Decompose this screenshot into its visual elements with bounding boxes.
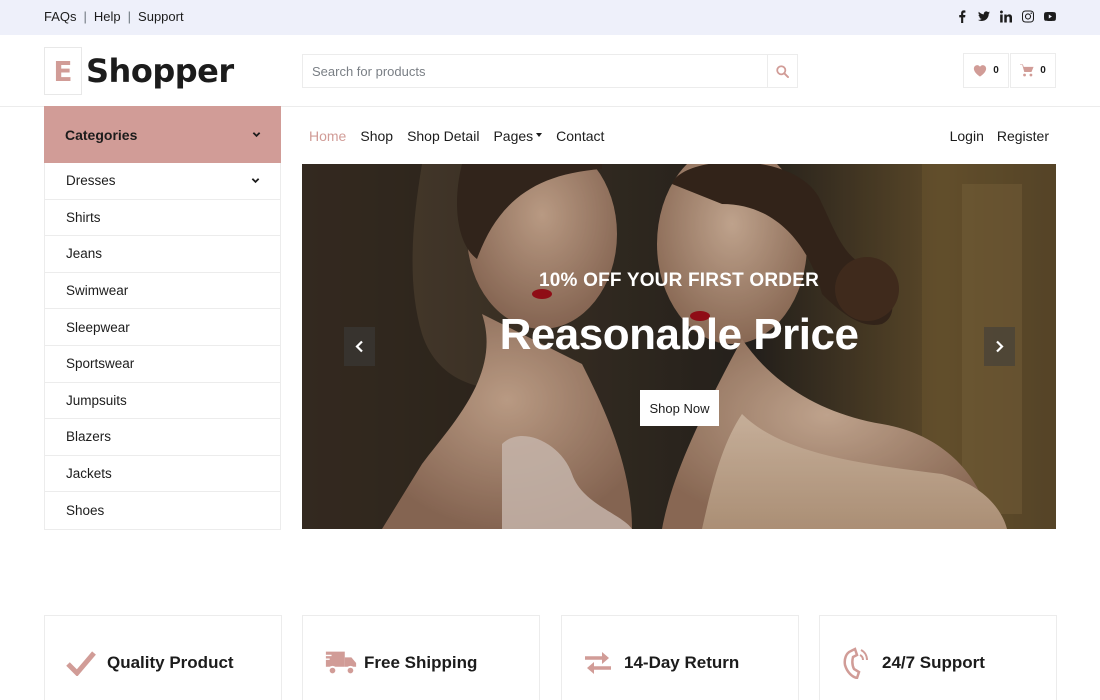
hero-subtitle: 10% OFF YOUR FIRST ORDER (539, 270, 819, 291)
auth-links: Login Register (950, 128, 1049, 144)
support-link[interactable]: Support (138, 9, 184, 24)
category-item-jackets[interactable]: Jackets (45, 456, 280, 493)
nav-contact[interactable]: Contact (556, 128, 604, 144)
separator: | (83, 9, 87, 24)
search-button[interactable] (767, 55, 797, 87)
login-link[interactable]: Login (950, 128, 984, 144)
nav-pages-label: Pages (493, 128, 534, 144)
register-link[interactable]: Register (997, 128, 1049, 144)
check-icon (64, 646, 98, 680)
feature-24-7-support: 24/7 Support (819, 615, 1057, 700)
chevron-right-icon (996, 340, 1004, 353)
instagram-icon[interactable] (1022, 9, 1034, 23)
caret-down-icon (536, 133, 543, 138)
chevron-left-icon (355, 340, 363, 353)
carousel-prev-button[interactable] (344, 327, 375, 366)
top-bar: FAQs | Help | Support (0, 0, 1100, 35)
category-item-jumpsuits[interactable]: Jumpsuits (45, 383, 280, 420)
category-item-shirts[interactable]: Shirts (45, 200, 280, 237)
categories-toggle[interactable]: Categories (44, 106, 281, 163)
category-item-sleepwear[interactable]: Sleepwear (45, 309, 280, 346)
category-item-dresses[interactable]: Dresses (45, 163, 280, 200)
shop-now-button[interactable]: Shop Now (640, 390, 719, 426)
nav-home[interactable]: Home (309, 128, 346, 144)
categories-list: Dresses Shirts Jeans Swimwear Sleepwear … (44, 163, 281, 530)
categories-title: Categories (65, 126, 138, 143)
cart-count: 0 (1040, 65, 1046, 76)
category-label: Sportswear (66, 356, 135, 372)
linkedin-icon[interactable] (1000, 9, 1012, 23)
category-item-blazers[interactable]: Blazers (45, 419, 280, 456)
twitter-icon[interactable] (978, 9, 990, 23)
wishlist-button[interactable]: 0 (963, 53, 1009, 88)
category-label: Shoes (66, 503, 105, 519)
site-logo[interactable]: E Shopper (44, 47, 234, 95)
facebook-icon[interactable] (956, 9, 968, 23)
nav-pages[interactable]: Pages (493, 128, 543, 144)
faqs-link[interactable]: FAQs (44, 9, 77, 24)
category-label: Jackets (66, 466, 112, 482)
wishlist-count: 0 (993, 65, 999, 76)
top-links: FAQs | Help | Support (44, 9, 184, 24)
logo-letter: E (44, 47, 82, 95)
category-label: Dresses (66, 173, 116, 189)
cart-icon (1020, 64, 1034, 77)
logo-text: Shopper (86, 52, 234, 90)
feature-label: 24/7 Support (882, 653, 985, 672)
feature-free-shipping: Free Shipping (302, 615, 540, 700)
category-label: Jeans (66, 246, 103, 262)
separator: | (127, 9, 132, 24)
nav-shop-detail[interactable]: Shop Detail (407, 128, 479, 144)
truck-icon (324, 646, 358, 680)
category-item-sportswear[interactable]: Sportswear (45, 346, 280, 383)
category-item-swimwear[interactable]: Swimwear (45, 273, 280, 310)
carousel-next-button[interactable] (984, 327, 1015, 366)
cart-button[interactable]: 0 (1010, 53, 1056, 88)
category-label: Jumpsuits (66, 392, 127, 408)
social-links (956, 9, 1056, 23)
feature-label: Free Shipping (364, 653, 478, 672)
exchange-icon (581, 646, 615, 680)
heart-icon (974, 65, 987, 77)
feature-label: Quality Product (107, 653, 234, 672)
nav-shop[interactable]: Shop (360, 128, 393, 144)
chevron-down-icon (251, 178, 260, 184)
search-input[interactable] (303, 55, 767, 87)
feature-quality-product: Quality Product (44, 615, 282, 700)
feature-14-day-return: 14-Day Return (561, 615, 799, 700)
category-label: Shirts (66, 209, 101, 225)
category-item-shoes[interactable]: Shoes (45, 492, 280, 529)
main-nav: Home Shop Shop Detail Pages Contact (309, 128, 604, 144)
category-item-jeans[interactable]: Jeans (45, 236, 280, 273)
phone-icon (839, 646, 873, 680)
chevron-down-icon (252, 132, 261, 138)
hero-carousel: 10% OFF YOUR FIRST ORDER Reasonable Pric… (302, 164, 1056, 529)
category-label: Swimwear (66, 283, 129, 299)
youtube-icon[interactable] (1044, 9, 1056, 23)
help-link[interactable]: Help (94, 9, 121, 24)
search-icon (776, 64, 789, 78)
category-label: Blazers (66, 429, 112, 445)
hero-title: Reasonable Price (499, 310, 859, 359)
feature-label: 14-Day Return (624, 653, 740, 672)
category-label: Sleepwear (66, 319, 130, 335)
search-bar (302, 54, 798, 88)
